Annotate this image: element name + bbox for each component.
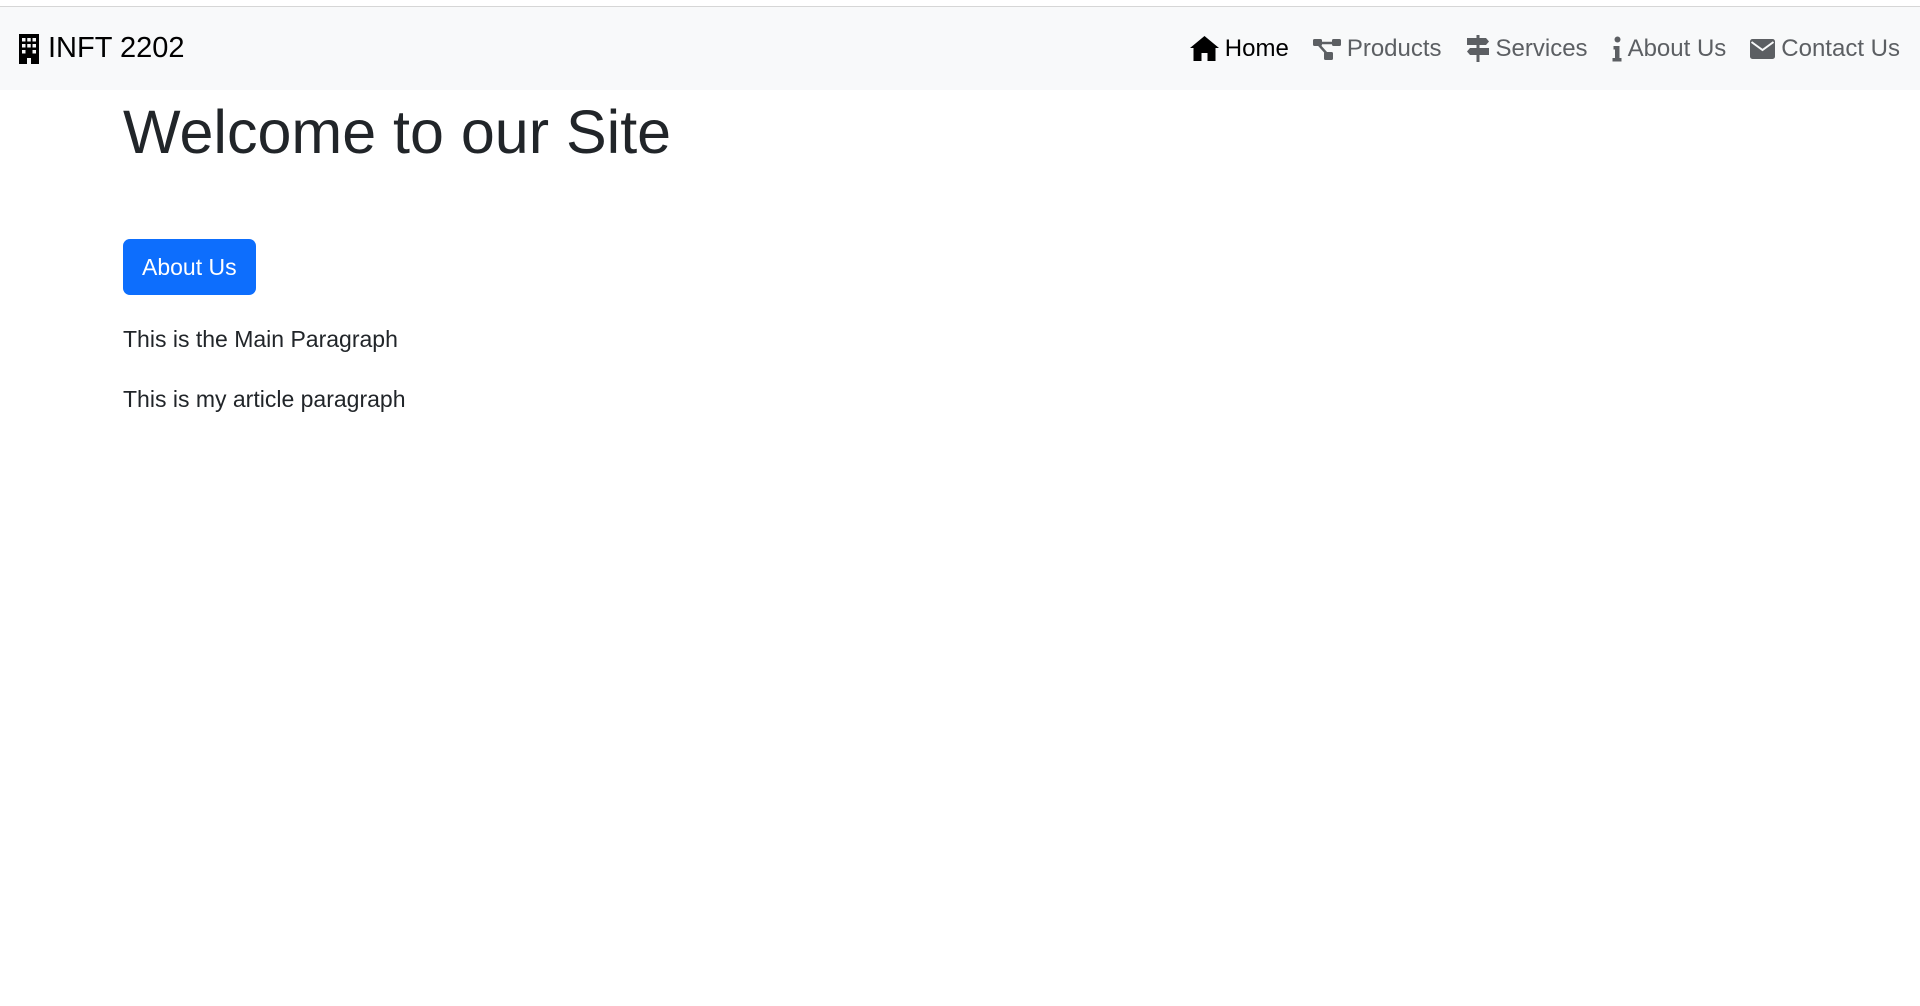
nav-link-label: Products	[1346, 34, 1442, 62]
brand-label: INFT 2202	[48, 32, 185, 64]
navbar: INFT 2202 Home Products Services About U…	[0, 7, 1920, 90]
nav-link-about[interactable]: About Us	[1612, 34, 1727, 63]
info-icon	[1612, 36, 1622, 62]
nav-links: Home Products Services About Us Contact …	[1189, 34, 1900, 63]
navbar-brand[interactable]: INFT 2202	[18, 32, 184, 65]
main-paragraph: This is the Main Paragraph	[123, 326, 398, 353]
about-us-button[interactable]: About Us	[123, 239, 256, 296]
nav-link-products[interactable]: Products	[1312, 34, 1442, 63]
nav-link-label: Home	[1224, 34, 1289, 62]
nav-link-label: Contact Us	[1781, 34, 1900, 62]
building-icon	[18, 33, 40, 64]
nav-link-label: About Us	[1627, 34, 1727, 62]
nav-link-contact[interactable]: Contact Us	[1750, 35, 1900, 63]
main-content: Welcome to our Site About Us This is the…	[123, 90, 1823, 416]
nav-link-home[interactable]: Home	[1189, 34, 1289, 63]
home-icon	[1189, 36, 1219, 61]
envelope-icon	[1750, 38, 1776, 59]
window-top-border	[0, 0, 1920, 7]
signs-post-icon	[1466, 35, 1490, 62]
sitemap-icon	[1312, 37, 1341, 61]
nav-link-label: Services	[1495, 34, 1588, 62]
article-paragraph: This is my article paragraph	[123, 385, 406, 412]
page-title: Welcome to our Site	[123, 98, 672, 166]
nav-link-services[interactable]: Services	[1466, 35, 1588, 63]
